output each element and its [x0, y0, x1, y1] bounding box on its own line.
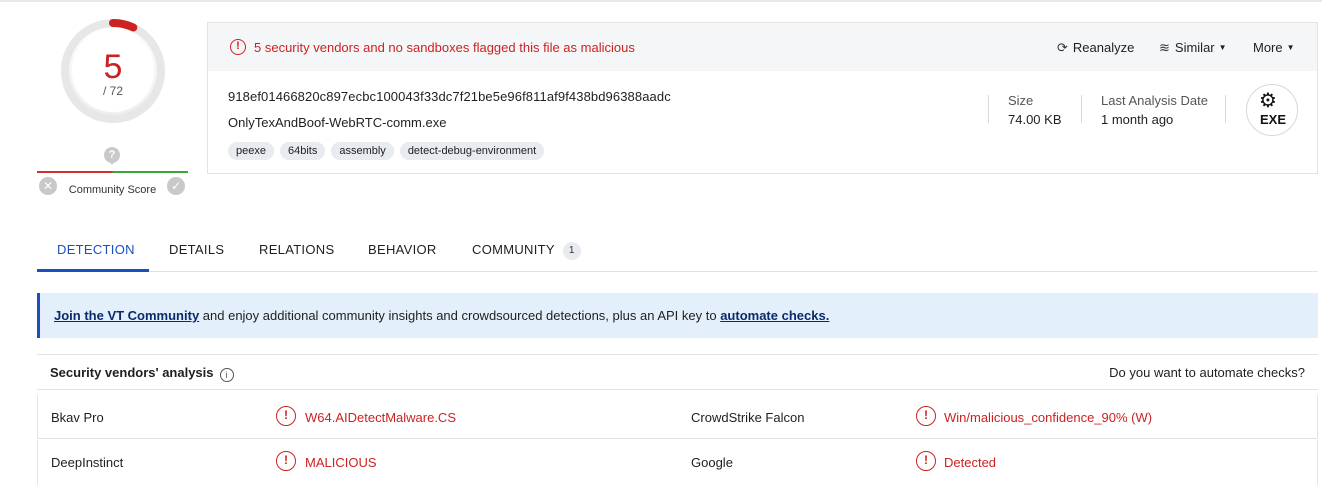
alert-circle-icon: ! [916, 406, 936, 426]
similar-button[interactable]: ≋ Similar ▼ [1159, 40, 1227, 56]
vendor-result: MALICIOUS [305, 455, 377, 470]
vendors-header: Security vendors' analysis i Do you want … [37, 355, 1318, 390]
chevron-down-icon: ▼ [1286, 43, 1295, 52]
divider [988, 95, 989, 123]
similar-icon: ≋ [1159, 40, 1170, 55]
active-tab-indicator [37, 269, 149, 272]
tag[interactable]: 64bits [279, 142, 326, 160]
tab-community-label: COMMUNITY [472, 242, 555, 257]
tab-relations[interactable]: RELATIONS [259, 242, 334, 257]
vendor-result: W64.AIDetectMalware.CS [305, 410, 456, 425]
tab-details[interactable]: DETAILS [169, 242, 224, 257]
info-icon[interactable]: i [219, 368, 234, 382]
alert-circle-icon: ! [230, 39, 246, 55]
community-count-badge: 1 [562, 242, 581, 260]
alert-message: 5 security vendors and no sandboxes flag… [254, 40, 635, 55]
file-hash[interactable]: 918ef01466820c897ecbc100043f33dc7f21be5e… [228, 89, 671, 104]
tag-list: peexe 64bits assembly detect-debug-envir… [228, 142, 545, 160]
reanalyze-label: Reanalyze [1072, 40, 1135, 55]
last-analysis-label: Last Analysis Date [1101, 93, 1208, 108]
detection-score-gauge: 5 / 72 [58, 16, 168, 126]
vendors-title-text: Security vendors' analysis [50, 365, 214, 380]
size-label: Size [1008, 93, 1034, 108]
alert-header: ! 5 security vendors and no sandboxes fl… [208, 23, 1317, 71]
alert-circle-icon: ! [276, 406, 296, 426]
more-label: More [1253, 40, 1283, 55]
check-icon[interactable]: ✓ [167, 177, 185, 195]
vendor-result: Win/malicious_confidence_90% (W) [944, 410, 1153, 425]
community-score-bar [37, 171, 188, 173]
banner-middle-text: and enjoy additional community insights … [199, 308, 721, 323]
vendor-name: Bkav Pro [51, 410, 104, 425]
vendor-name: Google [691, 455, 733, 470]
automate-checks-prompt[interactable]: Do you want to automate checks? [1109, 365, 1305, 380]
gears-icon: ⚙ [1259, 90, 1277, 112]
table-row: Bkav Pro ! W64.AIDetectMalware.CS CrowdS… [37, 395, 1318, 439]
tab-detection[interactable]: DETECTION [57, 242, 135, 257]
last-analysis-value: 1 month ago [1101, 112, 1174, 127]
divider [1081, 95, 1082, 123]
community-banner: Join the VT Community and enjoy addition… [37, 293, 1318, 338]
tab-behavior[interactable]: BEHAVIOR [368, 242, 437, 257]
size-value: 74.00 KB [1008, 112, 1062, 127]
file-type-badge: ⚙ EXE [1246, 84, 1298, 136]
top-border [0, 0, 1322, 2]
tag[interactable]: assembly [331, 142, 394, 160]
file-type-label: EXE [1259, 112, 1286, 127]
more-button[interactable]: More ▼ [1253, 40, 1295, 55]
table-row: DeepInstinct ! MALICIOUS Google ! Detect… [37, 440, 1318, 485]
community-score: ? ✕ Community Score ✓ [37, 145, 188, 201]
vendors-table: Security vendors' analysis i Do you want … [37, 354, 1318, 485]
alert-circle-icon: ! [916, 451, 936, 471]
vendor-result: Detected [944, 455, 997, 470]
divider [1225, 95, 1226, 123]
tag[interactable]: detect-debug-environment [399, 142, 545, 160]
alert-circle-icon: ! [276, 451, 296, 471]
banner-text: Join the VT Community and enjoy addition… [54, 308, 829, 323]
refresh-icon: ⟳ [1057, 40, 1068, 55]
tag[interactable]: peexe [228, 142, 274, 160]
tab-bar: DETECTION DETAILS RELATIONS BEHAVIOR COM… [37, 228, 1318, 272]
join-community-link[interactable]: Join the VT Community [54, 308, 199, 323]
community-score-label: Community Score [68, 184, 157, 196]
reanalyze-button[interactable]: ⟳ Reanalyze [1057, 40, 1134, 56]
question-icon[interactable]: ? [104, 147, 120, 165]
similar-label: Similar [1174, 40, 1215, 55]
vendor-name: CrowdStrike Falcon [691, 410, 805, 425]
chevron-down-icon: ▼ [1218, 43, 1227, 52]
automate-checks-link[interactable]: automate checks. [720, 308, 829, 323]
tab-community[interactable]: COMMUNITY 1 [472, 242, 581, 260]
engine-total: / 72 [102, 84, 123, 98]
file-name: OnlyTexAndBoof-WebRTC-comm.exe [228, 115, 447, 130]
vendors-title: Security vendors' analysis i [50, 365, 234, 382]
vendor-name: DeepInstinct [51, 455, 124, 470]
file-summary-card: ! 5 security vendors and no sandboxes fl… [207, 22, 1318, 174]
score-arc [109, 19, 138, 32]
detection-count: 5 [103, 48, 123, 86]
